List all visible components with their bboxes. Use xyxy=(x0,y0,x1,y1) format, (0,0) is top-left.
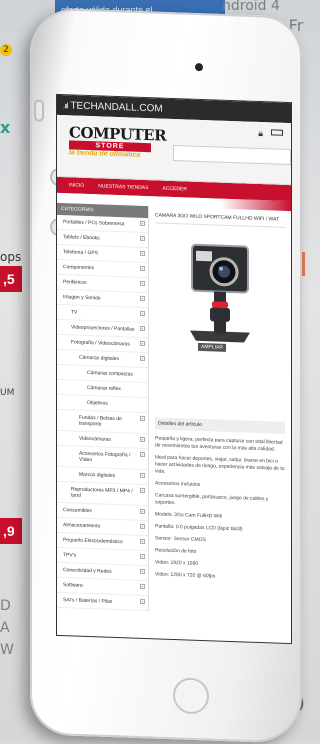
category-label: Accesorios Fotografía / Vídeo xyxy=(79,451,130,463)
background-mark: x xyxy=(0,118,10,137)
category-label: SAI's / Baterías / Pilas xyxy=(63,597,112,605)
product-title: CAMARA 3GO WILD SPORTCAM FULLHD WIFI / W… xyxy=(155,212,285,228)
nav-item[interactable]: NUESTRAS TIENDAS xyxy=(98,183,148,191)
category-label: Telefonía / GPS xyxy=(63,249,98,256)
category-label: Tablets / Ebooks xyxy=(63,234,100,241)
background-badge: 2 xyxy=(0,44,12,56)
carrier-label: TECHANDALL.COM xyxy=(70,100,162,114)
background-text-left-2: UM xyxy=(0,388,14,398)
expand-icon[interactable]: + xyxy=(140,539,145,544)
description-paragraph: Accesorios incluidos xyxy=(155,480,285,492)
expand-icon[interactable]: + xyxy=(140,437,145,442)
description-paragraph: Carcasa sumergible, portacasco, juego de… xyxy=(155,492,285,511)
category-label: Portátiles / PCs Sobremesa xyxy=(63,219,124,227)
expand-icon[interactable]: + xyxy=(140,281,145,286)
category-label: Videoproyectores / Pantallas xyxy=(71,324,135,332)
category-label: Pequeño Electrodoméstico xyxy=(63,537,123,545)
expand-icon[interactable]: + xyxy=(140,416,145,421)
description-paragraph: Resolución de foto xyxy=(155,547,285,559)
category-label: Conectividad y Redes xyxy=(63,567,112,575)
category-label: Cámaras compactas xyxy=(87,370,133,378)
description-paragraph: Pantalla: 0.0 pulgadas LCD (lápiz táctil… xyxy=(155,523,285,535)
expand-icon[interactable]: + xyxy=(140,488,145,493)
category-sidebar: CATEGORÍAS Portátiles / PCs Sobremesa+Ta… xyxy=(57,203,149,611)
lock-icon: 🔒︎ xyxy=(258,128,263,139)
store-logo[interactable]: COMPUTER STORE la tienda de ofimática xyxy=(69,125,151,159)
product-description: Pequeña y ligera, perfecta para capturar… xyxy=(155,435,285,583)
expand-icon[interactable]: + xyxy=(140,473,145,478)
battery-icon xyxy=(271,129,283,135)
category-label: Software xyxy=(63,582,83,589)
expand-icon[interactable]: + xyxy=(140,326,145,331)
expand-icon[interactable]: + xyxy=(140,311,145,316)
category-label: Imagen y Sonido xyxy=(63,294,101,301)
category-label: Consumibles xyxy=(63,507,92,514)
nav-item[interactable]: INICIO xyxy=(69,182,84,189)
details-heading: Detalles del artículo xyxy=(155,417,285,434)
expand-icon[interactable]: + xyxy=(140,296,145,301)
category-label: Videocámaras xyxy=(79,436,111,443)
description-paragraph: Video: 1920 x 1080 xyxy=(155,559,285,571)
category-label: Fotografía / Videocámaras xyxy=(71,339,130,347)
category-label: Cámaras reflex xyxy=(87,385,121,392)
category-label: Reproductores MP3 / MP4 / Ipod xyxy=(71,486,133,498)
background-price-1: ,5 xyxy=(0,266,22,292)
search-input[interactable] xyxy=(173,145,291,165)
background-text-top-right-1: ndroid 4 xyxy=(222,0,280,14)
background-price-2: ,9 xyxy=(0,518,22,544)
home-button[interactable] xyxy=(173,677,209,714)
description-paragraph: Video: 1280 x 720 @ 60fps xyxy=(155,571,285,583)
nav-item[interactable]: ACCEDER xyxy=(162,186,186,193)
expand-icon[interactable]: + xyxy=(140,221,145,226)
logo-tagline: la tienda de ofimática xyxy=(69,149,151,159)
expand-icon[interactable]: + xyxy=(140,584,145,589)
description-paragraph: Ideal para hacer deportes, viajar, salta… xyxy=(155,454,285,480)
category-label: TPV's xyxy=(63,552,76,558)
site-header: COMPUTER STORE la tienda de ofimática 🔒︎ xyxy=(57,115,291,185)
product-panel: CAMARA 3GO WILD SPORTCAM FULLHD WIFI / W… xyxy=(149,206,291,616)
logo-line-1: COMPUTER xyxy=(69,125,151,143)
category-label: Fundas / Bolsas de transporte xyxy=(79,415,122,428)
background-text-left-4: A xyxy=(0,620,10,636)
category-label: Marcos digitales xyxy=(79,472,115,479)
category-label: Objetivos xyxy=(87,400,108,407)
signal-icon: .ııl xyxy=(63,101,67,110)
sidebar-category-item[interactable]: SAI's / Baterías / Pilas + xyxy=(57,593,148,611)
category-label: Componentes xyxy=(63,264,94,271)
background-text-left-1: ops xyxy=(0,250,21,264)
expand-icon[interactable]: + xyxy=(140,266,145,271)
description-paragraph: Pequeña y ligera, perfecta para capturar… xyxy=(155,435,285,454)
expand-icon[interactable]: + xyxy=(140,356,145,361)
front-camera-icon xyxy=(195,63,203,71)
category-label: Almacenamiento xyxy=(63,522,100,529)
background-text-left-3: D xyxy=(0,598,11,614)
thumbnail-strip xyxy=(155,361,285,406)
category-label: Cámaras digitales xyxy=(79,355,119,362)
category-label: Periféricos xyxy=(63,279,87,286)
expand-icon[interactable]: + xyxy=(140,524,145,529)
category-label: TV xyxy=(71,309,77,315)
background-text-left-5: W xyxy=(0,642,14,658)
expand-icon[interactable]: + xyxy=(140,236,145,241)
expand-icon[interactable]: + xyxy=(140,341,145,346)
expand-icon[interactable]: + xyxy=(140,251,145,256)
phone-screen: .ııl TECHANDALL.COM COMPUTER STORE la ti… xyxy=(56,94,292,644)
expand-icon[interactable]: + xyxy=(140,599,145,604)
expand-icon[interactable]: + xyxy=(140,452,145,457)
description-paragraph: Modelo: 3Go Cam FullHD Wifi xyxy=(155,511,285,523)
expand-icon[interactable]: + xyxy=(140,569,145,574)
product-image[interactable]: AMPLIAR xyxy=(180,230,260,361)
zoom-button[interactable]: AMPLIAR xyxy=(198,343,226,352)
description-paragraph: Sensor: Sensor CMOS xyxy=(155,535,285,547)
expand-icon[interactable]: + xyxy=(140,554,145,559)
mute-switch-icon xyxy=(34,99,44,121)
expand-icon[interactable]: + xyxy=(140,509,145,514)
